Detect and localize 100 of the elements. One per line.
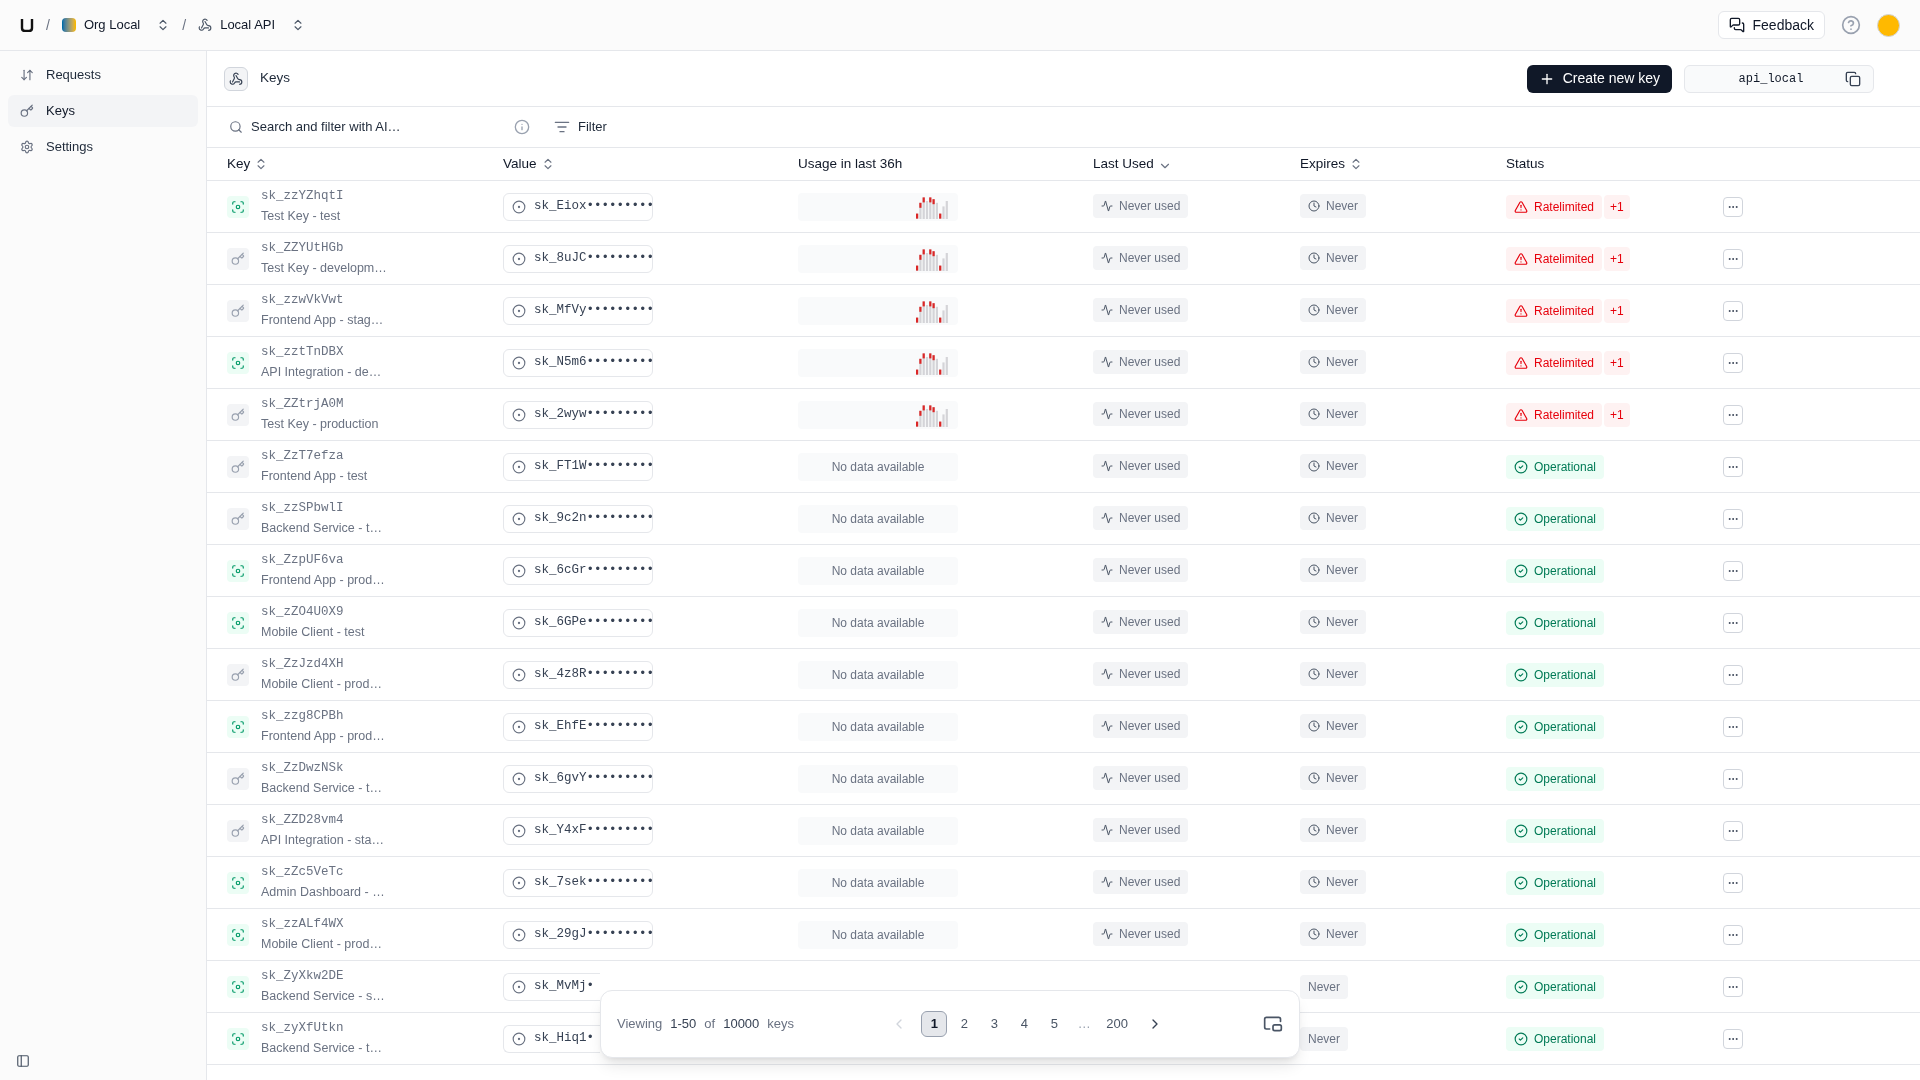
- copy-icon[interactable]: [1845, 70, 1861, 87]
- last-used-badge: Never used: [1093, 818, 1189, 842]
- status-count-badge: +1: [1604, 246, 1630, 271]
- key-value-field[interactable]: sk_MvMj•: [503, 972, 600, 1001]
- more-button[interactable]: [1723, 768, 1743, 789]
- key-value-field[interactable]: sk_7sek•••••••••: [503, 868, 653, 897]
- key-value-field[interactable]: sk_FT1W•••••••••: [503, 452, 653, 481]
- column-header[interactable]: Key: [227, 153, 251, 175]
- scan-icon: [227, 1027, 249, 1050]
- expires-badge: Never: [1300, 662, 1366, 686]
- page-button[interactable]: 2: [951, 1011, 978, 1037]
- warning-icon: [1514, 251, 1528, 266]
- key-value-field[interactable]: sk_Eiox•••••••••: [503, 192, 653, 221]
- logo-icon[interactable]: [20, 18, 34, 32]
- no-data-label: No data available: [798, 920, 958, 949]
- pulse-icon: [1101, 512, 1113, 524]
- api-id-field[interactable]: api_local: [1684, 64, 1874, 93]
- key-value-field[interactable]: sk_Y4xF•••••••••: [503, 816, 653, 845]
- help-icon[interactable]: [1841, 15, 1861, 35]
- key-value-field[interactable]: sk_N5m6•••••••••: [503, 348, 653, 377]
- more-button[interactable]: [1723, 404, 1743, 425]
- more-button[interactable]: [1723, 872, 1743, 893]
- check-circle-icon: [1514, 1031, 1528, 1046]
- sidebar-item[interactable]: Settings: [8, 131, 198, 163]
- info-icon[interactable]: [514, 119, 530, 135]
- more-button[interactable]: [1723, 924, 1743, 945]
- breadcrumb-item[interactable]: Org Local: [61, 15, 171, 35]
- more-button[interactable]: [1723, 560, 1743, 581]
- key-name: Frontend App - stag…: [261, 312, 384, 329]
- key-value-field[interactable]: sk_29gJ•••••••••: [503, 920, 653, 949]
- settings-icon: [20, 140, 34, 154]
- key-value-field[interactable]: sk_6GPe•••••••••: [503, 608, 653, 637]
- breadcrumb-item[interactable]: Local API: [198, 15, 306, 35]
- last-used-badge: Never used: [1093, 922, 1189, 946]
- more-button[interactable]: [1723, 664, 1743, 685]
- sidebar-item[interactable]: Keys: [8, 95, 198, 127]
- page-button[interactable]: 3: [981, 1011, 1008, 1037]
- page-button[interactable]: 200: [1101, 1011, 1133, 1037]
- more-button[interactable]: [1723, 1028, 1743, 1049]
- more-button[interactable]: [1723, 300, 1743, 321]
- key-value-field[interactable]: sk_4z8R•••••••••: [503, 660, 653, 689]
- pulse-icon: [1101, 616, 1113, 628]
- key-value-field[interactable]: sk_2wyw•••••••••: [503, 400, 653, 429]
- key-value-field[interactable]: sk_6gvY•••••••••: [503, 764, 653, 793]
- page-button[interactable]: 1: [921, 1011, 948, 1037]
- expires-badge: Never: [1300, 194, 1366, 218]
- column-header[interactable]: Expires: [1300, 153, 1345, 175]
- last-used-badge: Never used: [1093, 194, 1189, 218]
- last-used-badge: Never used: [1093, 350, 1189, 374]
- pulse-icon: [1101, 928, 1113, 940]
- key-name: Frontend App - prod…: [261, 572, 385, 589]
- more-button[interactable]: [1723, 820, 1743, 841]
- column-header[interactable]: Value: [503, 153, 537, 175]
- key-value: sk_8uJC•••••••••: [534, 250, 652, 268]
- create-key-button[interactable]: Create new key: [1526, 64, 1672, 93]
- key-value: sk_7sek•••••••••: [534, 874, 652, 892]
- key-value-field[interactable]: sk_9c2n•••••••••: [503, 504, 653, 533]
- page-button[interactable]: 5: [1041, 1011, 1068, 1037]
- column-header[interactable]: Usage in last 36h: [798, 153, 903, 175]
- key-name: Admin Dashboard - …: [261, 884, 385, 901]
- key-name: API Integration - sta…: [261, 832, 384, 849]
- dot-circle-icon: [512, 979, 526, 994]
- key-value-field[interactable]: sk_EhfE•••••••••: [503, 712, 653, 741]
- no-data-label: No data available: [798, 868, 958, 897]
- minimize-icon[interactable]: [1263, 1014, 1283, 1034]
- key-value-field[interactable]: sk_8uJC•••••••••: [503, 244, 653, 273]
- sidebar-toggle-icon[interactable]: [16, 1054, 30, 1068]
- more-button[interactable]: [1723, 196, 1743, 217]
- key-value: sk_Eiox•••••••••: [534, 198, 652, 216]
- pulse-icon: [1101, 772, 1113, 784]
- key-name: Backend Service - t…: [261, 520, 382, 537]
- filter-button[interactable]: Filter: [554, 117, 607, 137]
- key-value-field[interactable]: sk_6cGr•••••••••: [503, 556, 653, 585]
- status-badge: Operational: [1506, 662, 1605, 687]
- pulse-icon: [1101, 460, 1113, 472]
- key-value-field[interactable]: sk_Hiq1•: [503, 1024, 600, 1053]
- page-button[interactable]: 4: [1011, 1011, 1038, 1037]
- key-value-field[interactable]: sk_MfVy•••••••••: [503, 296, 653, 325]
- more-button[interactable]: [1723, 352, 1743, 373]
- last-used-badge: Never used: [1093, 246, 1189, 270]
- user-avatar[interactable]: [1877, 13, 1900, 37]
- clock-icon: [1308, 304, 1320, 316]
- dot-circle-icon: [512, 823, 526, 838]
- more-button[interactable]: [1723, 508, 1743, 529]
- more-button[interactable]: [1723, 612, 1743, 633]
- feedback-button[interactable]: Feedback: [1717, 11, 1825, 39]
- search-field[interactable]: Search and filter with AI…: [251, 117, 506, 137]
- sidebar-item[interactable]: Requests: [8, 59, 198, 91]
- more-button[interactable]: [1723, 716, 1743, 737]
- status-count-badge: +1: [1604, 298, 1630, 323]
- key-value: sk_9c2n•••••••••: [534, 510, 652, 528]
- no-data-label: No data available: [798, 660, 958, 689]
- column-header[interactable]: Status: [1506, 153, 1545, 175]
- column-header[interactable]: Last Used: [1093, 153, 1154, 175]
- more-button[interactable]: [1723, 248, 1743, 269]
- more-button[interactable]: [1723, 976, 1743, 997]
- more-button[interactable]: [1723, 456, 1743, 477]
- status-badge: Operational: [1506, 870, 1605, 895]
- status-badge: Ratelimited: [1506, 402, 1603, 427]
- expires-badge: Never: [1300, 610, 1366, 634]
